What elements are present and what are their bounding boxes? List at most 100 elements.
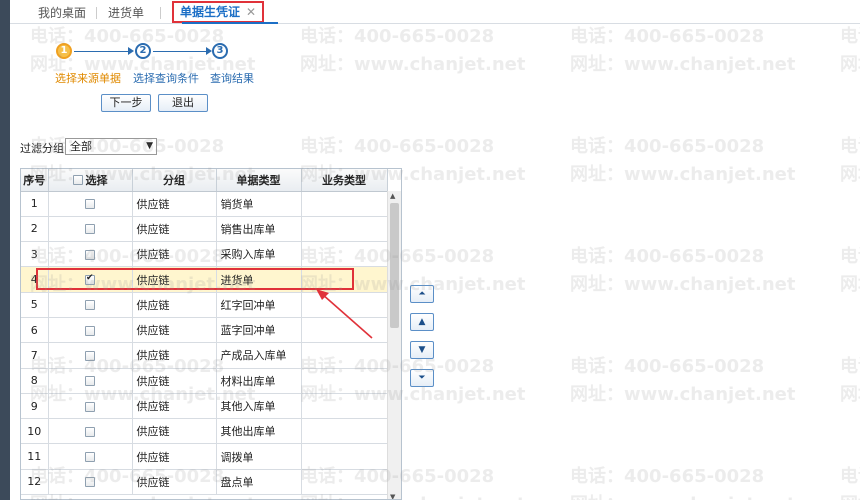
- row-index: 2: [21, 216, 49, 243]
- row-select-cell[interactable]: [48, 191, 133, 217]
- row-doc-type: 蓝字回冲单: [216, 317, 302, 344]
- row-select-cell[interactable]: [48, 393, 133, 420]
- filter-group-label: 过滤分组:: [20, 142, 68, 155]
- table-row[interactable]: 3 供应链 采购入库单: [21, 241, 388, 268]
- row-checkbox[interactable]: [85, 350, 95, 361]
- row-index: 12: [21, 469, 49, 496]
- grid-scrollbar[interactable]: ▲ ▼: [387, 191, 401, 499]
- col-header-select-label: 选择: [85, 173, 108, 187]
- table-row[interactable]: 7 供应链 产成品入库单: [21, 342, 388, 369]
- col-header-select[interactable]: 选择: [48, 169, 133, 192]
- row-biz-type: [301, 317, 388, 344]
- exit-button[interactable]: 退出: [158, 94, 208, 112]
- row-group: 供应链: [132, 393, 217, 420]
- watermark-phone: 电话：400-665-0028: [840, 246, 860, 267]
- select-all-checkbox[interactable]: [72, 174, 83, 185]
- row-checkbox[interactable]: [85, 249, 95, 260]
- row-group: 供应链: [132, 418, 217, 445]
- col-header-group[interactable]: 分组: [132, 169, 217, 192]
- row-checkbox[interactable]: [85, 426, 95, 437]
- watermark-phone: 电话：400-665-0028: [300, 26, 495, 47]
- arrow-right-icon: [128, 47, 134, 55]
- row-checkbox[interactable]: [85, 224, 95, 235]
- row-doc-type: 采购入库单: [216, 241, 302, 268]
- move-bottom-button[interactable]: ⏷: [410, 369, 434, 387]
- row-biz-type: [301, 241, 388, 268]
- row-doc-type: 盘点单: [216, 469, 302, 496]
- next-button[interactable]: 下一步: [101, 94, 151, 112]
- tab-divider: [96, 7, 97, 19]
- tab-voucher-generation[interactable]: 单据生凭证 ✕: [172, 1, 265, 23]
- scrollbar-thumb[interactable]: [390, 203, 399, 328]
- row-index: 10: [21, 418, 49, 445]
- row-checkbox[interactable]: [85, 199, 95, 210]
- col-header-biz-type[interactable]: 业务类型: [301, 169, 388, 192]
- table-row[interactable]: 10 供应链 其他出库单: [21, 418, 388, 445]
- row-doc-type: 其他入库单: [216, 393, 302, 420]
- table-row[interactable]: 5 供应链 红字回冲单: [21, 292, 388, 318]
- row-biz-type: [301, 393, 388, 420]
- row-checkbox[interactable]: [85, 477, 95, 488]
- table-row[interactable]: 11 供应链 调拨单: [21, 443, 388, 470]
- watermark-site: 网址：www.chanjet.net: [570, 54, 796, 75]
- filter-group-select[interactable]: 全部 ▼: [65, 138, 157, 155]
- step-1-label: 选择来源单据: [55, 72, 121, 85]
- table-row[interactable]: 2 供应链 销售出库单: [21, 216, 388, 243]
- tab-divider: [160, 7, 161, 19]
- tab-purchase-order[interactable]: 进货单: [108, 4, 144, 22]
- watermark-site: 网址：www.chanjet.net: [300, 54, 526, 75]
- row-select-cell[interactable]: [48, 317, 133, 344]
- watermark-phone: 电话：400-665-0028: [570, 26, 765, 47]
- step-3-circle: 3: [212, 43, 228, 59]
- close-icon[interactable]: ✕: [246, 5, 256, 19]
- row-select-cell[interactable]: [48, 469, 133, 496]
- row-doc-type: 销售出库单: [216, 216, 302, 243]
- row-checkbox[interactable]: [85, 376, 95, 387]
- watermark-phone: 电话：400-665-0028: [570, 136, 765, 157]
- row-select-cell[interactable]: [48, 443, 133, 470]
- row-doc-type: 材料出库单: [216, 368, 302, 394]
- row-index: 8: [21, 368, 49, 394]
- table-row[interactable]: 1 供应链 销货单: [21, 191, 388, 217]
- tab-my-desktop[interactable]: 我的桌面: [38, 4, 86, 22]
- row-select-cell[interactable]: [48, 216, 133, 243]
- row-index: 9: [21, 393, 49, 420]
- row-select-cell[interactable]: [48, 368, 133, 394]
- row-biz-type: [301, 191, 388, 217]
- table-row[interactable]: 6 供应链 蓝字回冲单: [21, 317, 388, 344]
- move-top-button[interactable]: ⏶: [410, 285, 434, 303]
- scroll-down-icon[interactable]: ▼: [390, 493, 395, 499]
- row-biz-type: [301, 216, 388, 243]
- row-checkbox[interactable]: [85, 325, 95, 336]
- step-3-label: 查询结果: [210, 72, 254, 85]
- row-index: 1: [21, 191, 49, 217]
- watermark-phone: 电话：400-665-0028: [840, 26, 860, 47]
- move-down-button[interactable]: ▼: [410, 341, 434, 359]
- step-2-circle: 2: [135, 43, 151, 59]
- watermark-phone: 电话：400-665-0028: [570, 246, 765, 267]
- row-select-cell[interactable]: [48, 292, 133, 318]
- row-group: 供应链: [132, 317, 217, 344]
- row-doc-type: 销货单: [216, 191, 302, 217]
- table-row[interactable]: 8 供应链 材料出库单: [21, 368, 388, 394]
- row-biz-type: [301, 292, 388, 318]
- table-row[interactable]: 12 供应链 盘点单: [21, 469, 388, 496]
- row-checkbox[interactable]: [85, 401, 95, 412]
- row-select-cell[interactable]: [48, 418, 133, 445]
- col-header-doc-type[interactable]: 单据类型: [216, 169, 302, 192]
- row-checkbox[interactable]: [85, 300, 95, 311]
- row-biz-type: [301, 342, 388, 369]
- row-checkbox[interactable]: [85, 452, 95, 463]
- table-row[interactable]: 9 供应链 其他入库单: [21, 393, 388, 420]
- row-biz-type: [301, 368, 388, 394]
- watermark-site: 网址：www.chanjet.net: [570, 384, 796, 405]
- row-group: 供应链: [132, 443, 217, 470]
- watermark-site: 网址：www.chanjet.net: [840, 490, 860, 500]
- highlight-annotation-box: [36, 268, 354, 290]
- row-group: 供应链: [132, 191, 217, 217]
- row-group: 供应链: [132, 469, 217, 496]
- move-up-button[interactable]: ▲: [410, 313, 434, 331]
- scroll-up-icon[interactable]: ▲: [390, 192, 395, 200]
- row-select-cell[interactable]: [48, 342, 133, 369]
- row-select-cell[interactable]: [48, 241, 133, 268]
